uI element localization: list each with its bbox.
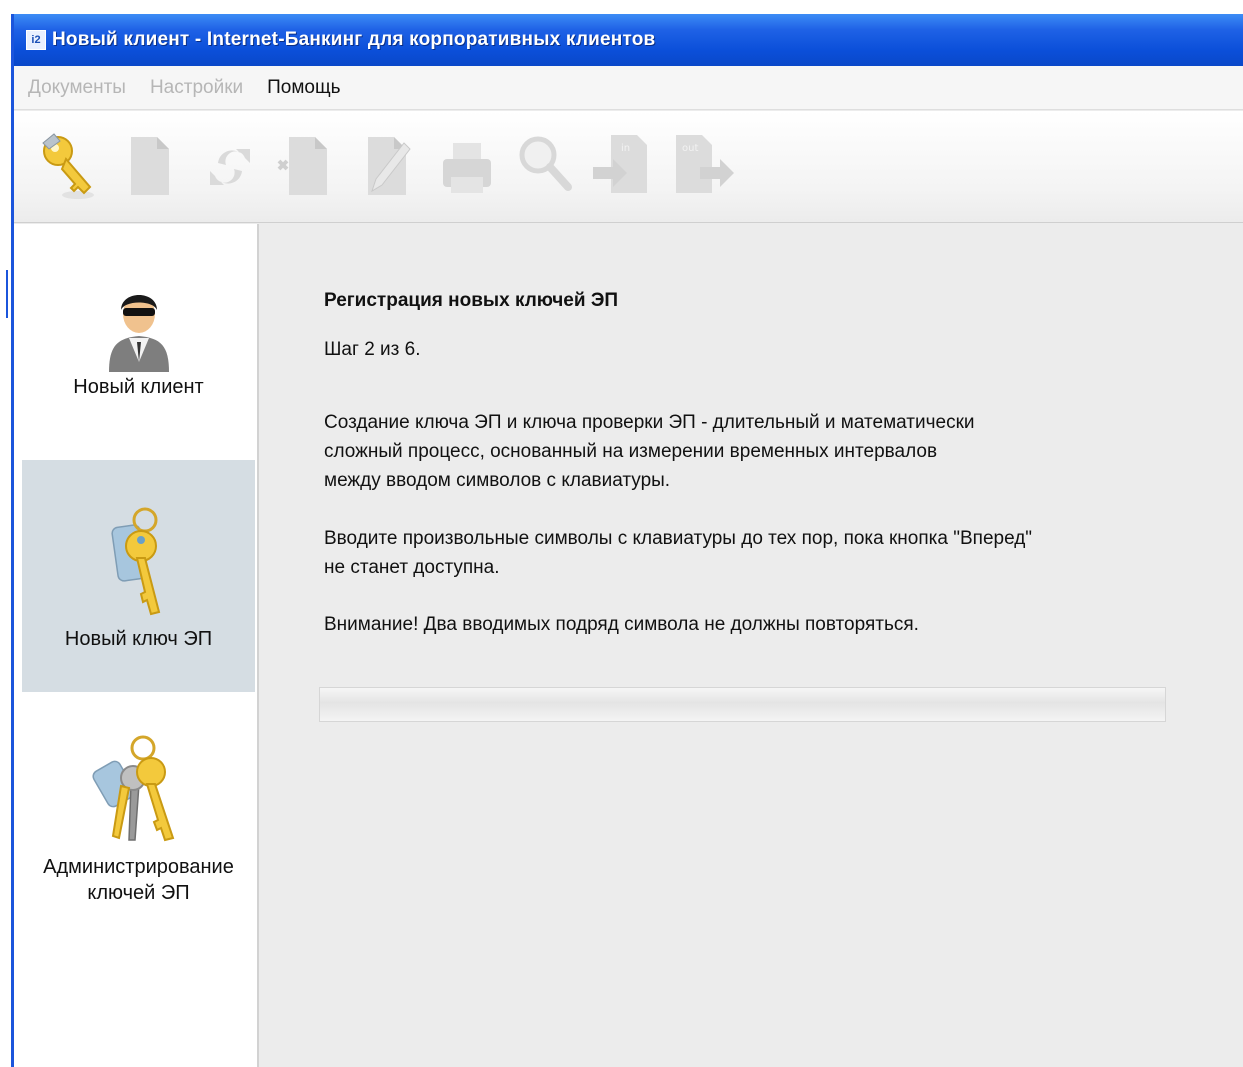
toolbar-import-button[interactable]: in [591, 129, 659, 205]
instruction-line: Вводите произвольные символы с клавиатур… [324, 528, 1033, 549]
app-window: i2 Новый клиент - Internet-Банкинг для к… [14, 14, 1243, 1067]
refresh-icon [210, 149, 250, 185]
instruction-paragraph: Вводите произвольные символы с клавиатур… [324, 524, 1204, 582]
app-logo-icon: i2 [26, 30, 46, 50]
menu-bar: Документы Настройки Помощь [14, 66, 1243, 110]
sidebar: Новый клиент Новый ключ ЭП Администриров… [14, 224, 259, 1067]
svg-text:in: in [621, 143, 630, 154]
printer-icon [443, 143, 491, 193]
description-line: между вводом символов с клавиатуры. [324, 470, 671, 491]
key-icon [42, 133, 94, 199]
export-icon: out [676, 135, 734, 193]
menu-documents[interactable]: Документы [28, 77, 126, 99]
window-left-frame [0, 0, 14, 1067]
toolbar-print-button[interactable] [433, 129, 501, 205]
toolbar-edit-button[interactable] [354, 129, 422, 205]
toolbar-refresh-button[interactable] [196, 129, 264, 205]
warning-text: Внимание! Два вводимых подряд символа не… [324, 610, 1204, 639]
magnifier-icon [519, 136, 572, 191]
edit-document-icon [368, 137, 411, 195]
entropy-progress-bar [319, 687, 1166, 722]
screen-top-edge [0, 0, 1243, 14]
new-document-icon [131, 137, 169, 195]
title-bar[interactable]: i2 Новый клиент - Internet-Банкинг для к… [14, 14, 1243, 66]
warning-line: Внимание! Два вводимых подряд символа не… [324, 614, 919, 635]
sidebar-item-new-key[interactable]: Новый ключ ЭП [22, 460, 255, 692]
keys-bunch-icon [91, 735, 174, 842]
delete-document-icon [277, 137, 327, 195]
toolbar-search-button[interactable] [512, 129, 580, 205]
menu-settings[interactable]: Настройки [150, 77, 243, 99]
toolbar-delete-button[interactable] [275, 129, 343, 205]
sidebar-item-label: Новый клиент [73, 376, 204, 398]
toolbar-export-button[interactable]: out [670, 129, 738, 205]
description-line: Создание ключа ЭП и ключа проверки ЭП - … [324, 412, 975, 433]
svg-text:out: out [682, 143, 698, 154]
key-icon [110, 507, 160, 616]
sidebar-item-label-line1: Администрирование [43, 856, 234, 878]
sidebar-item-label-line2: ключей ЭП [87, 882, 190, 904]
description-paragraph: Создание ключа ЭП и ключа проверки ЭП - … [324, 408, 1204, 495]
menu-help[interactable]: Помощь [267, 77, 340, 99]
toolbar-new-document-button[interactable] [117, 129, 185, 205]
toolbar: in out [14, 111, 1243, 223]
sidebar-item-label: Новый ключ ЭП [64, 628, 213, 650]
page-title: Регистрация новых ключей ЭП [324, 290, 619, 311]
sidebar-item-keys-admin[interactable]: Администрирование ключей ЭП [22, 692, 255, 912]
window-title: Новый клиент - Internet-Банкинг для корп… [52, 29, 656, 50]
step-indicator: Шаг 2 из 6. [324, 339, 421, 360]
user-icon [108, 295, 169, 372]
description-line: сложный процесс, основанный на измерении… [324, 441, 938, 462]
sidebar-item-new-client[interactable]: Новый клиент [22, 224, 255, 460]
toolbar-key-button[interactable] [38, 129, 106, 205]
main-content: Регистрация новых ключей ЭП Шаг 2 из 6. … [261, 224, 1243, 1067]
instruction-line: не станет доступна. [324, 557, 500, 578]
frame-resize-marker [6, 270, 8, 318]
import-icon: in [593, 135, 647, 193]
